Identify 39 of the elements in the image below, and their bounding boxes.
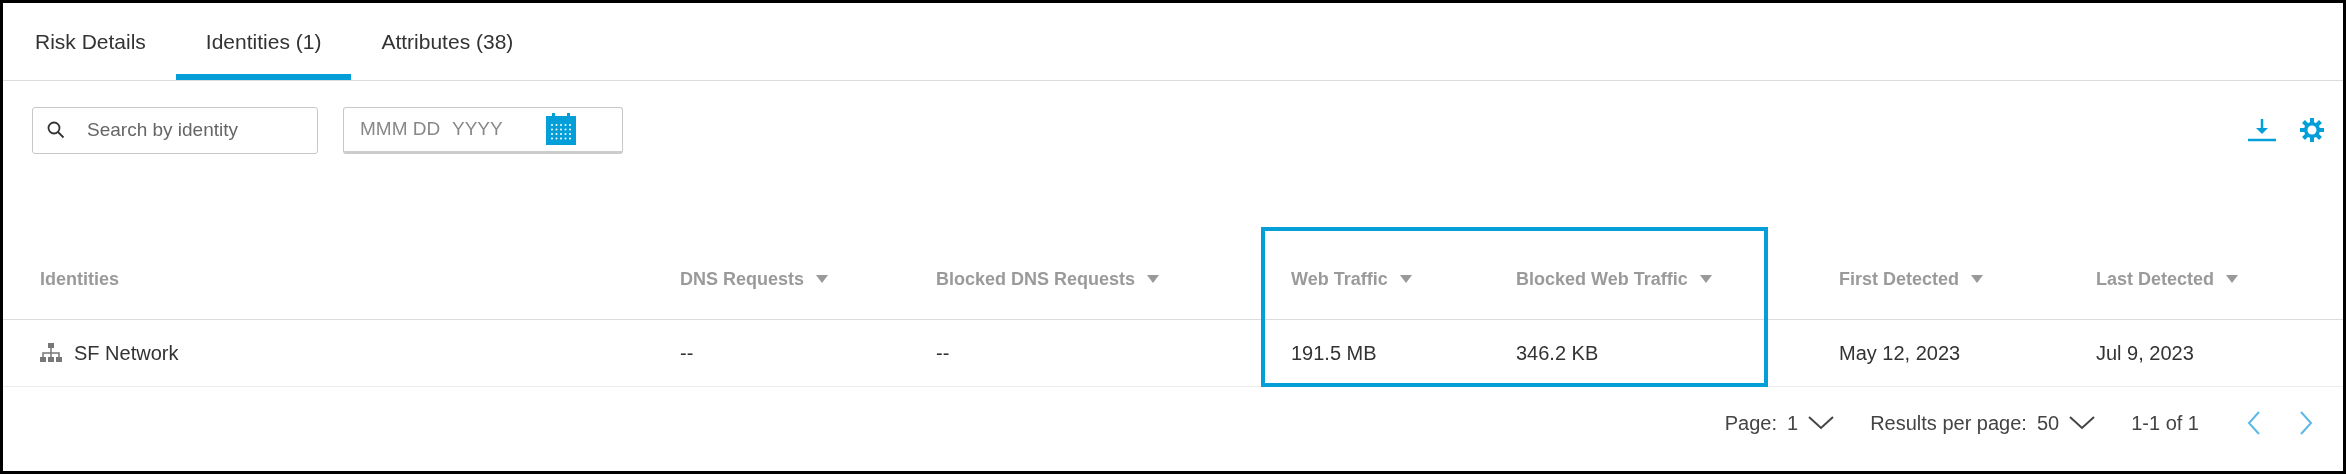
column-header[interactable]: Web Traffic [1291, 268, 1388, 290]
network-icon [40, 343, 62, 363]
page-select[interactable]: 1 [1787, 411, 1835, 435]
settings-icon[interactable] [2299, 117, 2325, 143]
sort-icon[interactable] [1971, 275, 1984, 283]
table-cell: Jul 9, 2023 [2096, 341, 2194, 365]
column-header[interactable]: DNS Requests [680, 268, 805, 290]
per-page-select[interactable]: 50 [2036, 411, 2096, 435]
table-cell: May 12, 2023 [1839, 341, 1961, 365]
table-cell: -- [936, 341, 950, 365]
chevron-down-icon [2069, 416, 2096, 430]
tab[interactable]: Attributes (38) [351, 3, 544, 80]
download-icon[interactable] [2247, 118, 2277, 142]
table-cell: 346.2 KB [1516, 341, 1599, 365]
result-range: 1-1 of 1 [2131, 411, 2199, 435]
table-cell: 191.5 MB [1291, 341, 1377, 365]
column-header[interactable]: Blocked DNS Requests [936, 268, 1136, 290]
per-page-label: Results per page: [1870, 411, 2027, 435]
column-header[interactable]: Last Detected [2096, 268, 2215, 290]
table-cell: SF Network [74, 341, 179, 365]
column-header[interactable]: Blocked Web Traffic [1516, 268, 1688, 290]
sort-icon[interactable] [1147, 275, 1160, 283]
previous-page-icon[interactable] [2247, 411, 2261, 435]
calendar-icon[interactable] [546, 113, 576, 145]
sort-icon[interactable] [2226, 275, 2239, 283]
column-header: Identities [40, 268, 119, 290]
table-cell: -- [680, 341, 694, 365]
next-page-icon[interactable] [2299, 411, 2313, 435]
search-icon [47, 121, 65, 139]
column-header[interactable]: First Detected [1839, 268, 1960, 290]
search-field[interactable]: Search by identity [32, 106, 318, 154]
date-field[interactable]: MMM DD YYYY [343, 106, 623, 154]
tab[interactable]: Identities (1) [175, 3, 352, 80]
chevron-down-icon [1808, 416, 1835, 430]
sort-icon[interactable] [1699, 275, 1712, 283]
page-label: Page: [1724, 411, 1778, 435]
sort-icon[interactable] [816, 275, 829, 283]
sort-icon[interactable] [1399, 275, 1412, 283]
tab[interactable]: Risk Details [5, 3, 176, 80]
